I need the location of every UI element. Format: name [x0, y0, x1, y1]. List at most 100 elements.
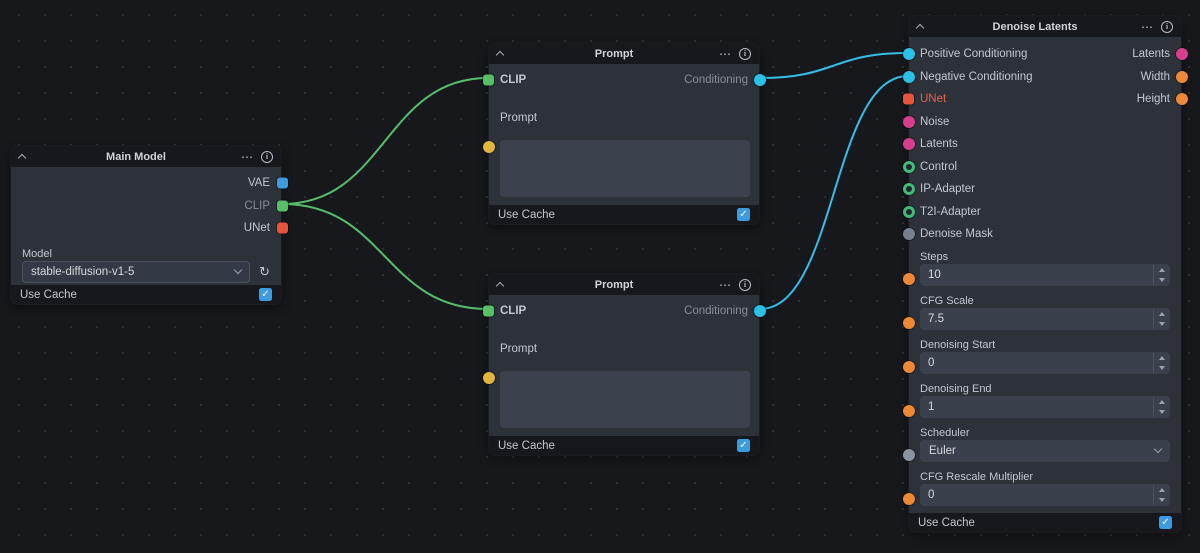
check-icon: ✓: [739, 210, 747, 220]
handle-noise-input[interactable]: [903, 116, 915, 128]
node-header[interactable]: Main Model ⋯ i: [11, 146, 281, 167]
collapse-node-button[interactable]: [19, 152, 25, 161]
stepper-down-button[interactable]: [1154, 495, 1170, 505]
stepper-up-button[interactable]: [1154, 353, 1170, 363]
stepper-down-button[interactable]: [1154, 407, 1170, 417]
field-label-t2i-adapter: T2I-Adapter: [920, 206, 981, 218]
handle-clip-output[interactable]: [277, 200, 288, 211]
field-label-unet: UNet: [244, 222, 270, 234]
field-label-clip: CLIP: [500, 305, 526, 317]
handle-steps-input[interactable]: [903, 273, 915, 285]
use-cache-checkbox[interactable]: ✓: [737, 208, 750, 221]
field-group-scheduler: Scheduler Euler: [909, 422, 1181, 466]
field-label-vae: VAE: [248, 177, 270, 189]
connector-row-unet: UNet Height: [909, 88, 1181, 111]
edge-clip-to-prompt-top[interactable]: [282, 78, 488, 204]
use-cache-checkbox[interactable]: ✓: [1159, 516, 1172, 529]
stepper-up-button[interactable]: [1154, 397, 1170, 407]
chevron-down-icon: [1159, 410, 1165, 414]
use-cache-label: Use Cache: [918, 517, 975, 529]
node-menu-icon[interactable]: ⋯: [719, 49, 732, 59]
prompt-textarea[interactable]: [500, 371, 750, 428]
model-select[interactable]: stable-diffusion-v1-5: [22, 261, 250, 283]
handle-negative-conditioning-input[interactable]: [903, 71, 915, 83]
handle-conditioning-output[interactable]: [754, 305, 766, 317]
prompt-textarea[interactable]: [500, 140, 750, 197]
handle-unet-input[interactable]: [903, 94, 914, 105]
node-menu-icon[interactable]: ⋯: [719, 280, 732, 290]
chevron-down-icon: [234, 266, 242, 274]
handle-positive-conditioning-input[interactable]: [903, 48, 915, 60]
scheduler-select-value: Euler: [929, 445, 956, 457]
handle-scheduler-input[interactable]: [903, 449, 915, 461]
info-icon[interactable]: i: [739, 48, 751, 60]
stepper-down-button[interactable]: [1154, 363, 1170, 373]
info-icon[interactable]: i: [261, 151, 273, 163]
scheduler-select[interactable]: Euler: [920, 440, 1170, 462]
info-icon[interactable]: i: [739, 279, 751, 291]
workflow-canvas[interactable]: Main Model ⋯ i VAE CLIP UNet Model: [0, 0, 1200, 553]
handle-width-output[interactable]: [1176, 71, 1188, 83]
handle-vae-output[interactable]: [277, 178, 288, 189]
handle-cfg-rescale-multiplier-input[interactable]: [903, 493, 915, 505]
field-group-denoising-start: Denoising Start: [909, 334, 1181, 378]
denoising-end-input[interactable]: [928, 401, 1170, 413]
info-icon[interactable]: i: [1161, 21, 1173, 33]
refresh-models-icon[interactable]: ↻: [259, 265, 270, 278]
node-title: Prompt: [519, 48, 709, 60]
handle-prompt-string-input[interactable]: [483, 141, 495, 153]
edge-conditioning-to-negative[interactable]: [760, 76, 908, 309]
handle-clip-input[interactable]: [483, 75, 494, 86]
check-icon: ✓: [261, 290, 269, 300]
cfg-scale-input[interactable]: [928, 313, 1170, 325]
handle-control-input[interactable]: [903, 161, 915, 173]
node-header[interactable]: Prompt ⋯ i: [489, 274, 759, 295]
stepper-down-button[interactable]: [1154, 319, 1170, 329]
stepper-up-button[interactable]: [1154, 309, 1170, 319]
collapse-node-button[interactable]: [917, 22, 923, 31]
connector-row: CLIP Conditioning: [489, 68, 759, 92]
cfg-rescale-multiplier-label: CFG Rescale Multiplier: [920, 466, 1170, 482]
chevron-up-icon: [1159, 488, 1165, 492]
field-label-ip-adapter: IP-Adapter: [920, 183, 975, 195]
use-cache-checkbox[interactable]: ✓: [737, 439, 750, 452]
handle-latents-output[interactable]: [1176, 48, 1188, 60]
handle-cfg-scale-input[interactable]: [903, 317, 915, 329]
handle-t2i-adapter-input[interactable]: [903, 206, 915, 218]
handle-denoising-end-input[interactable]: [903, 405, 915, 417]
collapse-node-button[interactable]: [497, 280, 503, 289]
node-title: Main Model: [41, 151, 231, 163]
stepper-down-button[interactable]: [1154, 275, 1170, 285]
chevron-down-icon: [1159, 366, 1165, 370]
steps-stepper: [1153, 265, 1170, 285]
field-label-positive-conditioning: Positive Conditioning: [920, 48, 1027, 60]
edge-conditioning-to-positive[interactable]: [760, 53, 908, 78]
collapse-node-button[interactable]: [497, 49, 503, 58]
field-group-steps: Steps: [909, 246, 1181, 290]
handle-latents-input[interactable]: [903, 138, 915, 150]
handle-height-output[interactable]: [1176, 93, 1188, 105]
steps-input[interactable]: [928, 269, 1170, 281]
use-cache-checkbox[interactable]: ✓: [259, 288, 272, 301]
chevron-down-icon: [1159, 278, 1165, 282]
connector-row-positive-conditioning: Positive Conditioning Latents: [909, 43, 1181, 66]
edge-clip-to-prompt-bottom[interactable]: [282, 204, 488, 309]
handle-denoise-mask-input[interactable]: [903, 228, 915, 240]
stepper-up-button[interactable]: [1154, 265, 1170, 275]
cfg-rescale-multiplier-input[interactable]: [928, 489, 1170, 501]
node-header[interactable]: Denoise Latents ⋯ i: [909, 16, 1181, 37]
node-menu-icon[interactable]: ⋯: [241, 152, 254, 162]
node-menu-icon[interactable]: ⋯: [1141, 22, 1154, 32]
handle-unet-output[interactable]: [277, 223, 288, 234]
field-label-unet: UNet: [920, 93, 946, 105]
handle-conditioning-output[interactable]: [754, 74, 766, 86]
handle-denoising-start-input[interactable]: [903, 361, 915, 373]
handle-prompt-string-input[interactable]: [483, 372, 495, 384]
node-footer: Use Cache ✓: [11, 285, 281, 304]
node-header[interactable]: Prompt ⋯ i: [489, 43, 759, 64]
model-field-label: Model: [22, 243, 270, 259]
handle-ip-adapter-input[interactable]: [903, 183, 915, 195]
handle-clip-input[interactable]: [483, 306, 494, 317]
stepper-up-button[interactable]: [1154, 485, 1170, 495]
denoising-start-input[interactable]: [928, 357, 1170, 369]
